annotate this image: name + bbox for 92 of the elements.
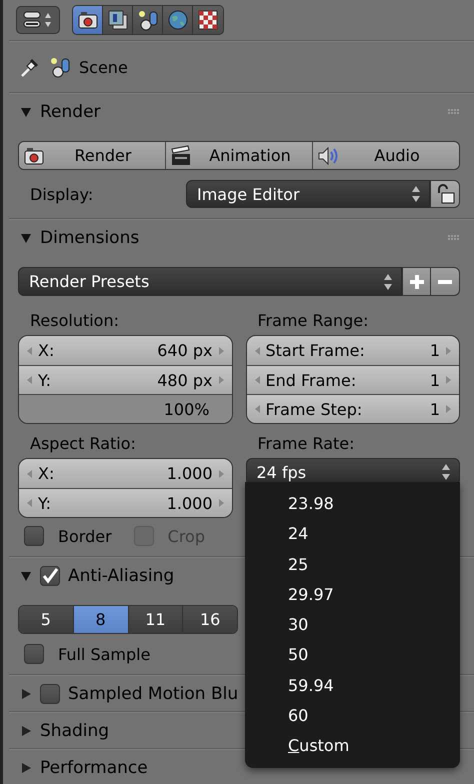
section-label: Frame Rate:: [256, 433, 356, 455]
increment-arrow-icon: [218, 376, 224, 384]
expanded-triangle-icon: [20, 232, 32, 244]
plus-icon: [408, 272, 426, 290]
decrement-arrow-icon: [254, 346, 260, 354]
number-field[interactable]: X: 1.000: [19, 459, 232, 488]
clapperboard-icon: [170, 144, 192, 166]
panel-title: Shading: [40, 720, 110, 740]
checker-icon: [197, 9, 219, 31]
section-label: Frame Range:: [256, 310, 370, 332]
context-tab[interactable]: [103, 6, 133, 34]
menu-item[interactable]: 25: [288, 550, 408, 580]
menu-item[interactable]: 24: [288, 519, 408, 550]
menu-item[interactable]: 23.98: [288, 489, 408, 520]
add-preset-button[interactable]: [402, 267, 431, 296]
context-tab[interactable]: [193, 6, 223, 34]
panel-title: Sampled Motion Blu: [68, 684, 238, 704]
sample-button[interactable]: 5: [19, 606, 74, 633]
decrement-arrow-icon: [27, 470, 32, 478]
percentage-slider[interactable]: 100%: [19, 394, 232, 423]
section-label: Aspect Ratio:: [29, 433, 137, 455]
panel-title: Anti-Aliasing: [68, 566, 174, 586]
increment-arrow-icon: [218, 499, 224, 507]
decrement-arrow-icon: [254, 376, 260, 384]
panel-header[interactable]: Dimensions: [3, 220, 474, 255]
drag-grip-icon: [448, 108, 460, 114]
presets-dropdown[interactable]: Render Presets: [18, 267, 402, 296]
collapsed-triangle-icon: [20, 724, 32, 736]
context-tab[interactable]: [163, 6, 193, 34]
remove-preset-button[interactable]: [431, 267, 460, 296]
checkbox[interactable]: [40, 684, 60, 704]
context-tab[interactable]: [73, 6, 103, 34]
increment-arrow-icon: [218, 470, 224, 478]
render-button[interactable]: Render: [19, 142, 166, 169]
drag-grip-icon: [448, 234, 460, 240]
menu-item[interactable]: Custom: [288, 731, 408, 762]
increment-arrow-icon: [446, 376, 451, 384]
section-label: Resolution:: [29, 310, 120, 332]
menu-item[interactable]: 60: [288, 701, 408, 732]
globe-icon: [166, 9, 188, 31]
context-tab[interactable]: [133, 6, 163, 34]
decrement-arrow-icon: [27, 346, 32, 354]
increment-arrow-icon: [446, 405, 451, 413]
sample-button[interactable]: 8: [74, 606, 128, 633]
checkbox[interactable]: [24, 526, 44, 546]
lock-button[interactable]: [430, 180, 460, 208]
number-field[interactable]: X: 640 px: [19, 336, 232, 365]
decrement-arrow-icon: [254, 405, 260, 413]
panel-title: Render: [40, 102, 101, 122]
display-dropdown[interactable]: Image Editor: [186, 180, 430, 208]
sample-button[interactable]: 11: [128, 606, 184, 633]
menu-item[interactable]: 30: [288, 610, 408, 640]
render-button[interactable]: Animation: [166, 142, 313, 169]
number-field[interactable]: Y: 1.000: [19, 488, 232, 517]
render-button[interactable]: Audio: [313, 142, 459, 169]
pin-icon: [19, 56, 41, 78]
increment-arrow-icon: [218, 346, 224, 354]
display-label: Display:: [29, 184, 94, 204]
scene-label: Scene: [79, 58, 128, 76]
checkbox[interactable]: [40, 566, 60, 586]
updown-arrows-icon: [411, 185, 421, 203]
checkbox-label: Full Sample: [58, 644, 150, 664]
collapsed-triangle-icon: [20, 762, 32, 774]
checkbox[interactable]: [24, 644, 44, 664]
expanded-triangle-icon: [20, 570, 32, 582]
scene-objects-icon: [49, 56, 71, 78]
number-field[interactable]: End Frame: 1: [246, 365, 459, 394]
panel-title: Dimensions: [40, 228, 140, 248]
checkbox-label: Border: [58, 526, 112, 546]
panel-header[interactable]: Render: [3, 94, 474, 129]
editor-type-button[interactable]: [16, 6, 60, 34]
updown-arrows-icon: [383, 272, 393, 290]
sample-button[interactable]: 16: [183, 606, 237, 633]
increment-arrow-icon: [446, 346, 451, 354]
expanded-triangle-icon: [20, 106, 32, 118]
collapsed-triangle-icon: [20, 688, 32, 700]
speaker-icon: [317, 144, 339, 166]
number-field[interactable]: Start Frame: 1: [246, 336, 459, 365]
number-field[interactable]: Y: 480 px: [19, 365, 232, 394]
scene-objects-icon: [136, 9, 158, 31]
updown-arrows-icon: [441, 463, 451, 481]
padlock-icon: [435, 184, 455, 204]
camera-icon: [76, 9, 98, 31]
menu-item[interactable]: 50: [288, 640, 408, 671]
minus-icon: [438, 280, 452, 284]
panel-title: Performance: [40, 758, 148, 778]
menu-item[interactable]: 29.97: [288, 580, 408, 610]
photo-stack-icon: [106, 9, 128, 31]
menu-item[interactable]: 59.94: [288, 670, 408, 702]
number-field[interactable]: Frame Step: 1: [246, 394, 459, 423]
decrement-arrow-icon: [27, 376, 32, 384]
decrement-arrow-icon: [27, 499, 32, 507]
